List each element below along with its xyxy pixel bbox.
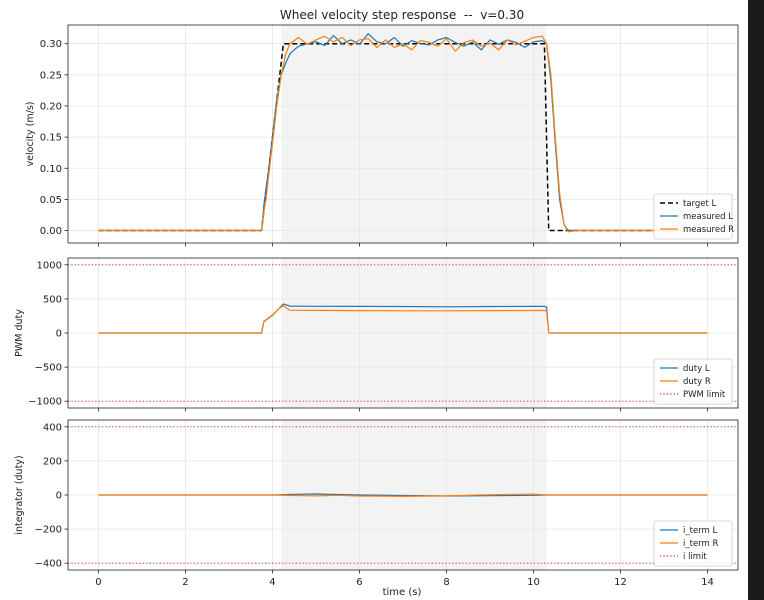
legend-label: measured L [683, 212, 733, 222]
legend-label: i limit [683, 552, 707, 562]
y-tick-label: −400 [35, 559, 62, 570]
legend-label: i_term R [683, 539, 719, 549]
legend-label: target L [683, 199, 717, 209]
y-tick-label: 0 [56, 329, 62, 340]
x-tick-label: 6 [356, 577, 362, 588]
y-tick-label: −500 [35, 363, 62, 374]
y-axis-label: PWM duty [14, 309, 25, 357]
y-tick-label: −200 [35, 525, 62, 536]
step-response-figure: Wheel velocity step response -- v=0.30 0… [0, 0, 748, 600]
y-tick-label: 400 [43, 422, 62, 433]
legend-label: measured R [683, 225, 734, 235]
y-tick-label: −1000 [28, 397, 62, 408]
legend-label: i_term L [683, 526, 718, 536]
legend: duty L duty R PWM limit [653, 358, 733, 405]
y-axis-label: velocity (m/s) [25, 102, 36, 167]
legend-label: duty R [683, 377, 711, 387]
y-tick-label: 1000 [37, 260, 62, 271]
legend: target L measured L measured R [653, 193, 734, 240]
y-tick-label: 0.05 [40, 195, 62, 206]
y-tick-label: 0 [56, 491, 62, 502]
figure-title: Wheel velocity step response -- v=0.30 [280, 8, 524, 22]
x-tick-label: 4 [269, 577, 275, 588]
x-axis-label: time (s) [383, 587, 422, 598]
y-tick-label: 0.20 [40, 101, 62, 112]
legend-label: duty L [683, 364, 710, 374]
x-tick-label: 0 [95, 577, 101, 588]
y-axis-label: integrator (duty) [14, 455, 25, 534]
y-tick-label: 0.15 [40, 133, 62, 144]
y-tick-label: 0.30 [40, 39, 62, 50]
step-shaded-region [281, 25, 547, 243]
x-tick-label: 12 [614, 577, 627, 588]
x-tick-label: 14 [701, 577, 714, 588]
y-tick-label: 0.10 [40, 164, 62, 175]
y-tick-label: 0.25 [40, 70, 62, 81]
y-tick-label: 200 [43, 456, 62, 467]
x-tick-label: 10 [527, 577, 540, 588]
y-tick-label: 0.00 [40, 226, 62, 237]
x-tick-label: 8 [443, 577, 449, 588]
legend: i_term L i_term R i limit [653, 520, 733, 567]
legend-label: PWM limit [683, 390, 726, 400]
x-tick-label: 2 [182, 577, 188, 588]
y-tick-label: 500 [43, 294, 62, 305]
